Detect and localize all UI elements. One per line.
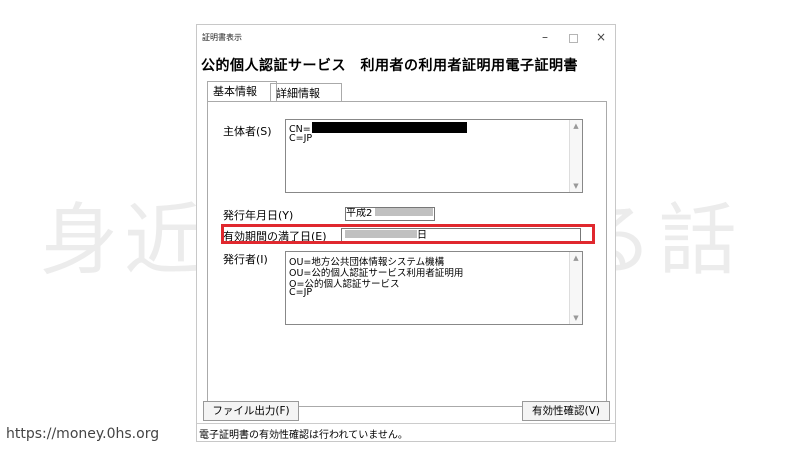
scroll-up-icon[interactable]: ▲ [572,122,580,130]
highlight-box [221,224,595,244]
issue-date-label: 発行年月日(Y) [223,209,294,222]
issue-date-field[interactable]: 平成2 [345,207,435,221]
subject-textbox[interactable]: CN= C=JP ▲ ▼ [285,119,583,193]
scroll-down-icon[interactable]: ▼ [572,314,580,322]
window-title: 証明書表示 [202,33,242,42]
close-button[interactable]: × [590,28,612,46]
scroll-up-icon[interactable]: ▲ [572,254,580,262]
issuer-line: C=JP [289,287,313,298]
scroll-down-icon[interactable]: ▼ [572,182,580,190]
subject-line: C=JP [289,133,313,144]
subject-scrollbar[interactable]: ▲ ▼ [569,120,582,192]
maximize-button[interactable] [562,28,584,46]
status-bar: 電子証明書の有効性確認は行われていません。 [197,423,615,441]
subject-line: CN= [289,122,467,135]
tab-detail-info[interactable]: 詳細情報 [270,83,342,101]
redaction-bar [311,122,467,133]
maximize-icon [568,34,578,43]
certificate-heading: 公的個人認証サービス 利用者の利用者証明用電子証明書 [201,58,578,74]
export-file-button[interactable]: ファイル出力(F) [203,401,299,421]
validate-button[interactable]: 有効性確認(V) [522,401,610,421]
subject-label: 主体者(S) [223,125,272,138]
issuer-label: 発行者(I) [223,253,268,266]
source-url: https://money.0hs.org [6,426,160,442]
certificate-window: 証明書表示 – × 公的個人認証サービス 利用者の利用者証明用電子証明書 基本情… [196,24,616,442]
status-text: 電子証明書の有効性確認は行われていません。 [199,430,408,441]
title-bar: 証明書表示 – × [197,25,615,51]
issuer-scrollbar[interactable]: ▲ ▼ [569,252,582,324]
issuer-textbox[interactable]: OU=地方公共団体情報システム機構 OU=公的個人認証サービス利用者証明用 O=… [285,251,583,325]
minimize-button[interactable]: – [534,28,556,46]
tab-basic-info[interactable]: 基本情報 [207,81,277,101]
blurred-text [375,208,434,216]
